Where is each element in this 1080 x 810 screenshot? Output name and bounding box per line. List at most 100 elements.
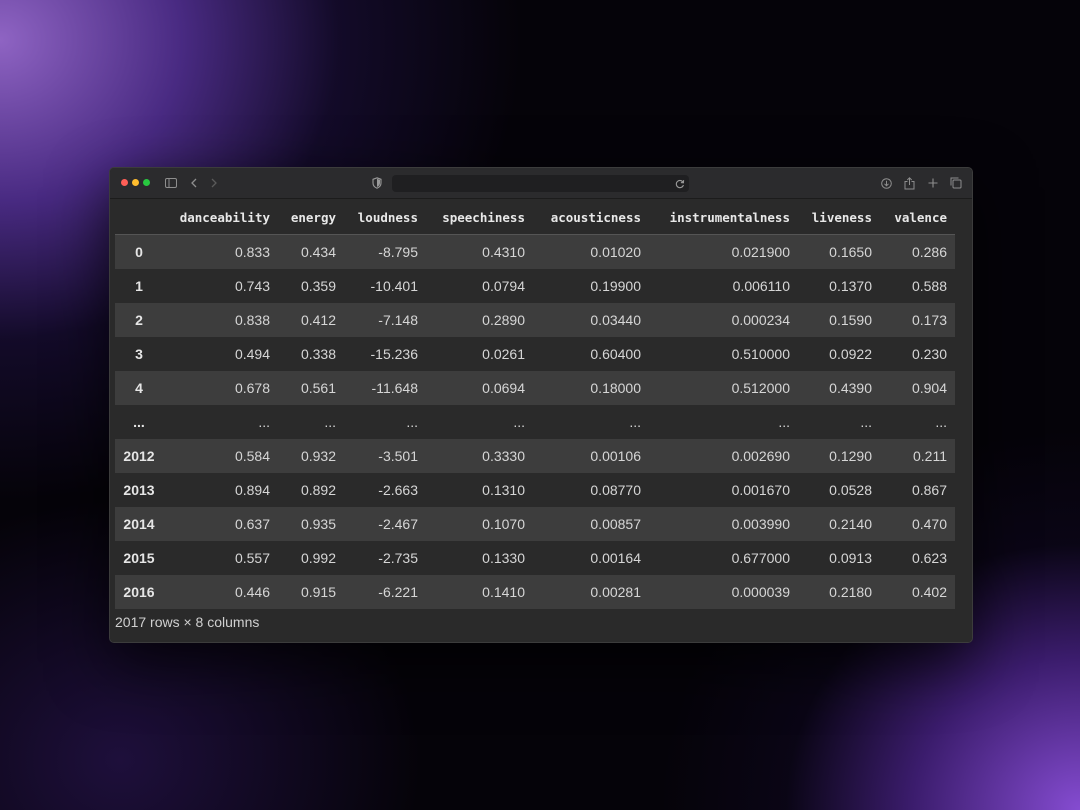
cell-energy: 0.359 [300,278,336,294]
cell-danceability: 0.678 [234,380,270,396]
address-bar[interactable] [392,175,689,192]
cell-energy: 0.935 [300,516,336,532]
cell-valence: 0.588 [911,278,947,294]
table-row: 2016 0.446 0.915 -6.221 0.1410 0.00281 0.00003… [115,575,955,609]
close-window-button[interactable] [121,179,128,186]
cell-danceability: 0.637 [234,516,270,532]
column-header-danceability: danceability [163,201,278,235]
header-row: danceability energy loudness speechiness… [115,201,955,235]
cell-loudness: -3.501 [378,448,418,464]
cell-speechiness: 0.2890 [482,312,525,328]
cell-valence: ... [935,414,947,430]
row-index: 3 [135,346,143,362]
browser-toolbar [110,168,972,199]
cell-liveness: 0.0913 [829,550,872,566]
cell-speechiness: 0.1310 [482,482,525,498]
cell-acousticness: 0.00106 [590,448,641,464]
cell-valence: 0.402 [911,584,947,600]
cell-danceability: 0.894 [234,482,270,498]
cell-danceability: 0.743 [234,278,270,294]
reload-icon[interactable] [673,176,687,191]
table-body: 0 0.833 0.434 -8.795 0.4310 0.01020 0.021900 0.… [115,234,955,609]
column-header-speechiness: speechiness [426,201,533,235]
cell-valence: 0.211 [913,448,947,464]
cell-instrumentalness: 0.512000 [731,380,790,396]
cell-speechiness: 0.0694 [482,380,525,396]
tabs-overview-icon[interactable] [949,175,963,191]
table-row: 2013 0.894 0.892 -2.663 0.1310 0.08770 0.00167… [115,473,955,507]
table-row: 2 0.838 0.412 -7.148 0.2890 0.03440 0.000234 0.… [115,303,955,337]
cell-liveness: ... [860,414,872,430]
table-row: 4 0.678 0.561 -11.648 0.0694 0.18000 0.512000 0… [115,371,955,405]
cell-acousticness: 0.01020 [590,244,641,260]
cell-energy: 0.992 [300,550,336,566]
sidebar-icon[interactable] [164,175,178,191]
column-header-loudness: loudness [344,201,426,235]
zoom-window-button[interactable] [143,179,150,186]
cell-loudness: -6.221 [378,584,418,600]
cell-loudness: ... [406,414,418,430]
cell-liveness: 0.2180 [829,584,872,600]
cell-speechiness: 0.1070 [482,516,525,532]
column-header-instrumentalness: instrumentalness [649,201,798,235]
cell-energy: 0.915 [300,584,336,600]
dataframe-output: danceability energy loudness speechiness… [110,199,972,642]
cell-speechiness: 0.1410 [482,584,525,600]
cell-liveness: 0.1590 [829,312,872,328]
cell-instrumentalness: 0.000234 [731,312,790,328]
cell-acousticness: 0.19900 [590,278,641,294]
cell-loudness: -7.148 [378,312,418,328]
cell-instrumentalness: 0.677000 [731,550,790,566]
chevron-left-icon[interactable] [188,175,200,191]
cell-energy: 0.338 [300,346,336,362]
cell-acousticness: 0.00281 [590,584,641,600]
cell-loudness: -8.795 [378,244,418,260]
cell-danceability: 0.838 [234,312,270,328]
column-header-acousticness: acousticness [533,201,649,235]
cell-valence: 0.286 [911,244,947,260]
row-index: 2015 [123,550,155,566]
share-icon[interactable] [902,175,916,191]
cell-liveness: 0.2140 [829,516,872,532]
table-row: 0 0.833 0.434 -8.795 0.4310 0.01020 0.021900 0.… [115,234,955,269]
cell-speechiness: 0.0794 [482,278,525,294]
cell-liveness: 0.4390 [829,380,872,396]
chevron-right-icon[interactable] [208,175,220,191]
cell-speechiness: 0.1330 [482,550,525,566]
cell-instrumentalness: 0.001670 [731,482,790,498]
cell-danceability: 0.494 [234,346,270,362]
cell-valence: 0.623 [911,550,947,566]
shield-icon[interactable] [370,175,384,191]
cell-liveness: 0.0528 [829,482,872,498]
cell-valence: 0.867 [911,482,947,498]
cell-instrumentalness: 0.510000 [731,346,790,362]
table-row: 2012 0.584 0.932 -3.501 0.3330 0.00106 0.00269… [115,439,955,473]
plus-icon[interactable] [926,175,940,191]
dataframe-table: danceability energy loudness speechiness… [115,201,955,609]
column-header-energy: energy [278,201,344,235]
cell-danceability: 0.833 [234,244,270,260]
cell-valence: 0.904 [911,380,947,396]
row-index: 2013 [123,482,155,498]
row-index: 4 [135,380,143,396]
cell-danceability: 0.584 [234,448,270,464]
table-row: 1 0.743 0.359 -10.401 0.0794 0.19900 0.006110 0… [115,269,955,303]
minimize-window-button[interactable] [132,179,139,186]
cell-valence: 0.173 [911,312,947,328]
download-icon[interactable] [879,175,893,191]
cell-danceability: 0.557 [234,550,270,566]
cell-valence: 0.230 [911,346,947,362]
table-row: 2014 0.637 0.935 -2.467 0.1070 0.00857 0.00399… [115,507,955,541]
cell-liveness: 0.1290 [829,448,872,464]
cell-instrumentalness: ... [778,414,790,430]
table-row: 3 0.494 0.338 -15.236 0.0261 0.60400 0.510000 0… [115,337,955,371]
cell-acousticness: ... [629,414,641,430]
cell-liveness: 0.1370 [829,278,872,294]
cell-energy: 0.892 [300,482,336,498]
cell-energy: 0.434 [300,244,336,260]
cell-speechiness: 0.4310 [482,244,525,260]
cell-acousticness: 0.00164 [590,550,641,566]
cell-loudness: -11.648 [371,380,418,396]
index-header [115,201,163,235]
cell-acousticness: 0.18000 [590,380,641,396]
